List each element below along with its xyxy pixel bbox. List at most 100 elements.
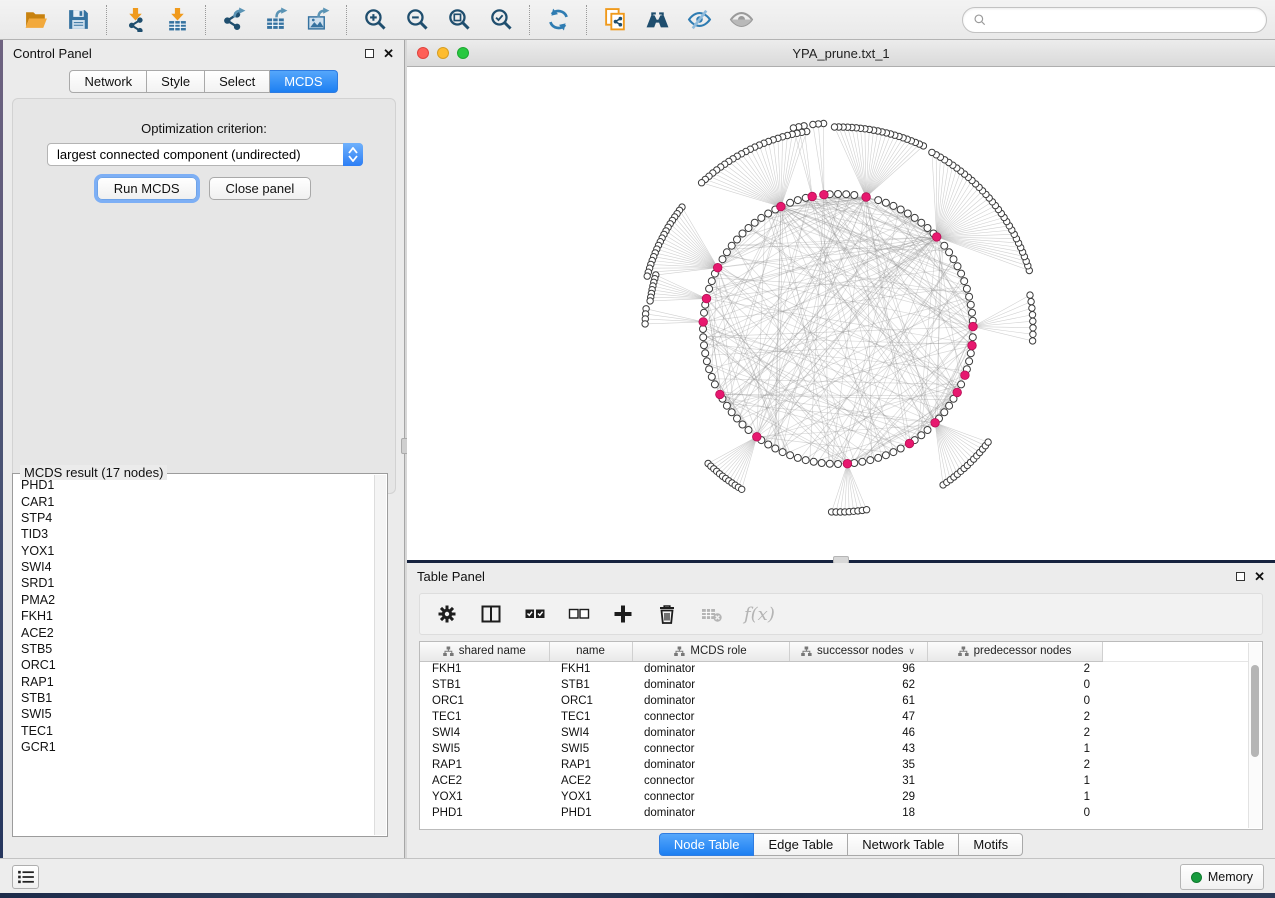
tab-node-table[interactable]: Node Table [659,833,755,856]
export-network-button[interactable] [220,6,248,34]
import-network-icon [123,7,148,32]
table-row[interactable]: SWI5SWI5connector431 [420,741,1248,757]
table-row[interactable]: FKH1FKH1dominator962 [420,661,1248,677]
memory-button[interactable]: Memory [1180,864,1264,890]
column-header-MCDS-role[interactable]: MCDS role [632,642,789,661]
tab-edge-table[interactable]: Edge Table [754,833,848,856]
mcds-result-item[interactable]: ORC1 [14,657,374,673]
toolbar-group [530,6,586,34]
network-window-titlebar[interactable]: YPA_prune.txt_1 [407,40,1275,67]
deselect-all-rows-button[interactable] [568,603,590,625]
table-row[interactable]: TEC1TEC1connector472 [420,709,1248,725]
column-header-shared-name[interactable]: shared name [420,642,549,661]
network-canvas[interactable] [407,67,1275,560]
close-table-panel-icon[interactable]: ✕ [1254,572,1265,581]
optimization-criterion-label: Optimization criterion: [13,121,395,136]
show-all-icon [729,7,754,32]
optimization-criterion-dropdown[interactable]: largest connected component (undirected) [47,143,363,166]
table-row[interactable]: YOX1YOX1connector291 [420,789,1248,805]
table-header-row: shared namenameMCDS rolesuccessor nodes∨… [420,642,1248,661]
mcds-result-item[interactable]: PMA2 [14,592,374,608]
mcds-result-item[interactable]: TEC1 [14,723,374,739]
search-icon [973,13,987,27]
tab-style[interactable]: Style [147,70,205,93]
mcds-result-item[interactable]: SWI5 [14,706,374,722]
zoom-selected-button[interactable] [487,6,515,34]
status-bar: Memory [0,858,1275,893]
mcds-result-item[interactable]: FKH1 [14,608,374,624]
mcds-result-item[interactable]: CAR1 [14,493,374,509]
table-row[interactable]: SWI4SWI4dominator462 [420,725,1248,741]
function-builder-icon: f(x) [744,604,775,625]
toolbar-group [587,6,769,34]
tab-network[interactable]: Network [69,70,147,93]
zoom-out-button[interactable] [403,6,431,34]
tab-motifs[interactable]: Motifs [959,833,1023,856]
mcds-result-item[interactable]: TID3 [14,526,374,542]
mcds-result-item[interactable]: SRD1 [14,575,374,591]
close-panel-button[interactable]: Close panel [209,177,312,200]
export-image-button[interactable] [304,6,332,34]
import-table-button[interactable] [163,6,191,34]
zoom-in-button[interactable] [361,6,389,34]
duplicate-network-button[interactable] [601,6,629,34]
float-table-panel-icon[interactable] [1236,572,1245,581]
mcds-result-item[interactable]: YOX1 [14,543,374,559]
mcds-result-item[interactable]: STB1 [14,690,374,706]
mcds-result-item[interactable]: STP4 [14,510,374,526]
column-header-name[interactable]: name [549,642,632,661]
tab-mcds[interactable]: MCDS [270,70,337,93]
hide-selected-button[interactable] [685,6,713,34]
tab-network-table[interactable]: Network Table [848,833,959,856]
save-session-button[interactable] [64,6,92,34]
zoom-fit-button[interactable] [445,6,473,34]
shared-column-icon [443,646,454,657]
sort-desc-icon: ∨ [908,646,915,657]
first-neighbors-button[interactable] [643,6,671,34]
search-box[interactable] [962,7,1267,33]
search-input[interactable] [993,13,1256,27]
float-panel-icon[interactable] [365,49,374,58]
delete-column-button[interactable] [656,603,678,625]
table-scrollbar-thumb[interactable] [1251,665,1259,757]
mcds-result-item[interactable]: RAP1 [14,674,374,690]
task-history-button[interactable] [12,865,39,889]
delete-column-icon [656,603,678,625]
mcds-list-scrollbar[interactable] [374,475,386,835]
open-session-icon [24,7,49,32]
table-row[interactable]: PHD1PHD1dominator180 [420,805,1248,821]
show-all-button[interactable] [727,6,755,34]
import-table-icon [165,7,190,32]
refresh-layout-button[interactable] [544,6,572,34]
import-network-button[interactable] [121,6,149,34]
column-visibility-button[interactable] [480,603,502,625]
mcds-result-item[interactable]: GCR1 [14,739,374,755]
table-scrollbar[interactable] [1248,643,1261,828]
select-all-rows-button[interactable] [524,603,546,625]
mcds-result-item[interactable]: ACE2 [14,624,374,640]
zoom-selected-icon [489,7,514,32]
tab-select[interactable]: Select [205,70,270,93]
duplicate-network-icon [603,7,628,32]
export-table-button[interactable] [262,6,290,34]
run-mcds-button[interactable]: Run MCDS [97,177,197,200]
table-settings-gear-button[interactable] [436,603,458,625]
control-panel-tabs: NetworkStyleSelectMCDS [3,70,404,93]
table-row[interactable]: RAP1RAP1dominator352 [420,757,1248,773]
table-panel-title: Table Panel [417,569,485,584]
add-column-button[interactable] [612,603,634,625]
open-session-button[interactable] [22,6,50,34]
mcds-result-item[interactable]: STB5 [14,641,374,657]
column-header-predecessor-nodes[interactable]: predecessor nodes [927,642,1102,661]
mcds-result-list: PHD1CAR1STP4TID3YOX1SWI4SRD1PMA2FKH1ACE2… [14,475,374,835]
close-panel-icon[interactable]: ✕ [383,49,394,58]
network-view-window: YPA_prune.txt_1 [407,40,1275,560]
select-all-rows-icon [524,603,546,625]
mcds-result-item[interactable]: SWI4 [14,559,374,575]
table-row[interactable]: ORC1ORC1dominator610 [420,693,1248,709]
table-row[interactable]: ACE2ACE2connector311 [420,773,1248,789]
table-toolbar: f(x) [419,593,1263,635]
column-header-successor-nodes[interactable]: successor nodes∨ [789,642,927,661]
table-row[interactable]: STB1STB1dominator620 [420,677,1248,693]
dropdown-value: largest connected component (undirected) [48,147,343,162]
